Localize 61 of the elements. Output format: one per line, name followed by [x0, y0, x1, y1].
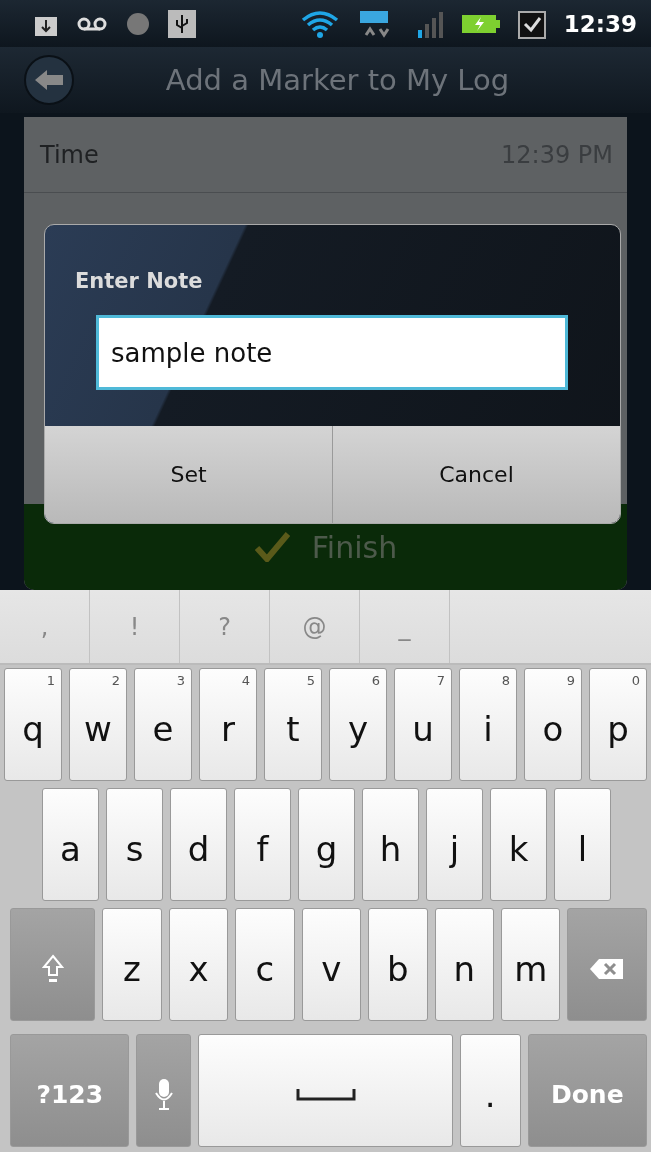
key[interactable]: l [554, 788, 611, 901]
key[interactable]: y 6 [329, 668, 387, 781]
dialog-title: Enter Note [75, 269, 204, 293]
note-input-field[interactable]: sample note [96, 315, 568, 390]
key[interactable]: f [234, 788, 291, 901]
row-label: Time [40, 140, 99, 169]
key[interactable]: o 9 [524, 668, 582, 781]
wifi-icon [299, 8, 340, 39]
key[interactable]: t 5 [264, 668, 322, 781]
key[interactable]: d [170, 788, 227, 901]
key-hint: 8 [501, 673, 510, 688]
key[interactable]: h [362, 788, 419, 901]
back-arrow-icon [34, 69, 64, 91]
key[interactable]: x [168, 908, 229, 1021]
key[interactable]: m [501, 908, 561, 1021]
key-hint: 9 [566, 673, 575, 688]
microphone-key[interactable] [136, 1034, 192, 1147]
key[interactable]: a [42, 788, 99, 901]
space-icon [295, 1087, 356, 1102]
key[interactable]: k [490, 788, 547, 901]
signal-icon [415, 9, 444, 38]
circle-icon [126, 11, 150, 36]
key[interactable]: . [459, 1034, 521, 1147]
key-hint: 0 [631, 673, 640, 688]
key[interactable]: e 3 [134, 668, 192, 781]
key[interactable]: g [298, 788, 355, 901]
backspace-icon [589, 956, 626, 981]
screen-title: Add a Marker to My Log [164, 63, 511, 97]
key-hint: 1 [46, 673, 55, 688]
key[interactable]: p 0 [589, 668, 647, 781]
dialog-button[interactable]: Cancel [332, 426, 620, 523]
status-time: 12:39 [563, 10, 637, 37]
space-key[interactable] [198, 1034, 453, 1147]
key[interactable]: s [106, 788, 163, 901]
key[interactable]: z [102, 908, 162, 1021]
dialog-button[interactable]: Set [45, 426, 332, 523]
key[interactable]: n [434, 908, 494, 1021]
shift-key[interactable] [10, 908, 96, 1021]
microphone-icon [154, 1077, 173, 1112]
key-hint: 4 [241, 673, 250, 688]
key[interactable]: j [426, 788, 483, 901]
key[interactable]: c [235, 908, 295, 1021]
voicemail-icon [76, 15, 108, 32]
battery-icon [461, 12, 500, 35]
key[interactable]: b [368, 908, 428, 1021]
key[interactable]: w 2 [69, 668, 127, 781]
key-hint: 2 [111, 673, 120, 688]
key[interactable]: i 8 [459, 668, 517, 781]
key-hint: 7 [436, 673, 445, 688]
key-hint: 5 [306, 673, 315, 688]
checkmark-icon [253, 532, 290, 562]
key[interactable]: v [301, 908, 362, 1021]
backspace-key[interactable] [567, 908, 648, 1021]
checkbox-icon [517, 8, 546, 39]
key[interactable]: q 1 [4, 668, 62, 781]
shift-icon [41, 953, 64, 984]
key-hint: 3 [176, 673, 185, 688]
key[interactable]: u 7 [394, 668, 452, 781]
back-button[interactable] [24, 55, 74, 105]
key[interactable]: r 4 [199, 668, 257, 781]
key-hint: 6 [371, 673, 380, 688]
